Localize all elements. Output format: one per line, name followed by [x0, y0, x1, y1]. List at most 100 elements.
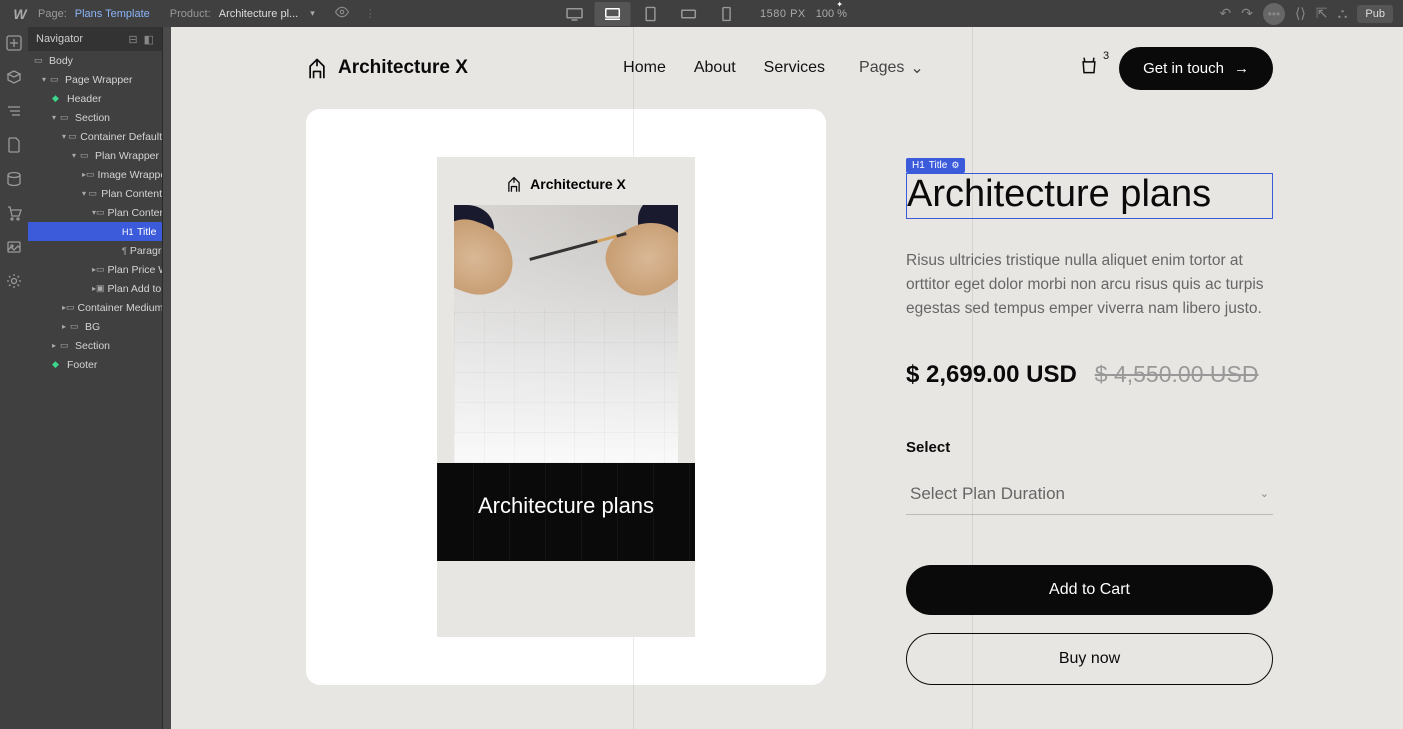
header-right: 3 Get in touch → [1079, 47, 1273, 90]
tree-node-section2[interactable]: ▸▭Section [28, 336, 162, 355]
device-tablet-button[interactable] [632, 2, 668, 26]
plan-price: $ 2,699.00 USD [906, 361, 1077, 389]
plan-image-wrapper: Architecture X Architecture plans [306, 109, 826, 685]
add-elements-icon[interactable] [4, 33, 24, 53]
components-icon[interactable] [4, 67, 24, 87]
tree-node-plan-wrapper[interactable]: ▾▭Plan Wrapper [28, 146, 162, 165]
plan-card-brand: Architecture X [530, 176, 626, 192]
navigator-title: Navigator [36, 33, 83, 45]
tree-node-header[interactable]: ◆Header [28, 89, 162, 108]
settings-icon[interactable] [4, 271, 24, 291]
price-row: $ 2,699.00 USD $ 4,550.00 USD [906, 361, 1273, 389]
buy-now-button[interactable]: Buy now [906, 633, 1273, 685]
plan-description: Risus ultricies tristique nulla aliquet … [906, 249, 1273, 321]
vertical-dots-icon[interactable]: ⋮ [365, 7, 376, 20]
main-nav: Home About Services Pages ⌄ [623, 58, 924, 78]
get-in-touch-button[interactable]: Get in touch → [1119, 47, 1273, 90]
gear-icon[interactable]: ⚙ [951, 160, 959, 171]
device-mobile-button[interactable] [708, 2, 744, 26]
ecommerce-icon[interactable] [4, 203, 24, 223]
audit-icon[interactable]: ••• [1263, 3, 1285, 25]
arrow-right-icon: → [1234, 60, 1249, 77]
add-to-cart-button[interactable]: Add to Cart [906, 565, 1273, 615]
product-label: Product: [170, 8, 211, 20]
plan-title-heading[interactable]: Architecture plans [906, 173, 1273, 219]
nav-home[interactable]: Home [623, 59, 666, 77]
nav-services[interactable]: Services [764, 59, 825, 77]
tree-node-image-wrapper[interactable]: ▸▭Image Wrapper [28, 165, 162, 184]
rocket-icon[interactable]: ⛬ [1338, 5, 1348, 22]
code-icon[interactable]: ⟨⟩ [1295, 5, 1306, 22]
nav-pages[interactable]: Pages ⌄ [859, 58, 924, 78]
select-placeholder: Select Plan Duration [910, 484, 1065, 504]
topbar-left: W Page: Plans Template Product: Architec… [10, 4, 376, 24]
assets-icon[interactable] [4, 237, 24, 257]
page-label: Page: [38, 8, 67, 20]
left-rail [0, 27, 28, 729]
tree-node-paragraph[interactable]: ¶Paragraph [28, 241, 162, 260]
plan-compare-price: $ 4,550.00 USD [1095, 361, 1259, 388]
brand-logo-icon [306, 56, 328, 80]
undo-icon[interactable]: ↶ [1219, 5, 1231, 22]
webflow-logo-icon[interactable]: W [10, 4, 30, 24]
designer-canvas[interactable]: Architecture X Home About Services Pages… [171, 27, 1403, 729]
page-name[interactable]: Plans Template [75, 8, 150, 20]
canvas-gutter[interactable] [163, 27, 171, 729]
tree-node-body[interactable]: ▭Body [28, 51, 162, 70]
cms-icon[interactable] [4, 169, 24, 189]
cart-icon[interactable]: 3 [1079, 56, 1099, 81]
site-header: Architecture X Home About Services Pages… [171, 27, 1403, 109]
plan-image [454, 205, 678, 463]
collapse-icon[interactable]: ⊟ [128, 33, 137, 46]
select-label: Select [906, 439, 1273, 456]
export-icon[interactable]: ⇱ [1316, 5, 1328, 22]
tree-node-plan-price-w[interactable]: ▸▭Plan Price W [28, 260, 162, 279]
tree-node-plan-add-to-ca[interactable]: ▸▣Plan Add to Ca [28, 279, 162, 298]
pages-icon[interactable] [4, 135, 24, 155]
button-row: Add to Cart Buy now [906, 565, 1273, 685]
pin-icon[interactable]: ◧ [144, 33, 154, 46]
device-desktop-large-button[interactable] [556, 2, 592, 26]
cart-badge: 3 [1103, 50, 1109, 62]
navigator-panel: Navigator ⊟ ◧ ▭Body ▾▭Page Wrapper ◆Head… [28, 27, 163, 729]
nav-about[interactable]: About [694, 59, 736, 77]
device-mobile-landscape-button[interactable] [670, 2, 706, 26]
chevron-down-icon: ⌄ [1260, 487, 1269, 500]
brand-logo-icon [506, 175, 522, 193]
tree-node-footer[interactable]: ◆Footer [28, 355, 162, 374]
device-desktop-button[interactable]: ✦ [594, 2, 630, 26]
plan-card-header: Architecture X [506, 157, 626, 205]
plan-details: H1 Title ⚙ Architecture plans Risus ultr… [906, 109, 1273, 685]
device-switcher: ✦ 1580 PX 100 % [556, 2, 847, 26]
chevron-down-icon: ⌄ [910, 58, 923, 78]
selection-tag[interactable]: H1 Title ⚙ [906, 158, 965, 173]
tree-node-container-medium[interactable]: ▸▭Container Medium 90 [28, 298, 162, 317]
brand[interactable]: Architecture X [306, 56, 468, 80]
tree-node-section[interactable]: ▾▭Section [28, 108, 162, 127]
tree-node-container-default[interactable]: ▾▭Container Default [28, 127, 162, 146]
plan-card: Architecture X Architecture plans [437, 157, 695, 637]
topbar-right: ↶ ↷ ••• ⟨⟩ ⇱ ⛬ Pub [1219, 3, 1393, 25]
main-layout: Navigator ⊟ ◧ ▭Body ▾▭Page Wrapper ◆Head… [0, 27, 1403, 729]
top-bar: W Page: Plans Template Product: Architec… [0, 0, 1403, 27]
publish-button[interactable]: Pub [1357, 5, 1393, 23]
canvas-wrap: Architecture X Home About Services Pages… [163, 27, 1403, 729]
product-name[interactable]: Architecture pl... [219, 8, 298, 20]
tree-node-page-wrapper[interactable]: ▾▭Page Wrapper [28, 70, 162, 89]
tree-node-plan-content-t[interactable]: ▾▭Plan Content T [28, 203, 162, 222]
frame-edge [972, 27, 973, 729]
tree-node-bg[interactable]: ▸▭BG [28, 317, 162, 336]
tree-node-plan-content[interactable]: ▾▭Plan Content [28, 184, 162, 203]
navigator-icon[interactable] [4, 101, 24, 121]
preview-icon[interactable] [335, 5, 349, 22]
viewport-dimensions[interactable]: 1580 PX [760, 8, 806, 20]
chevron-down-icon[interactable]: ▾ [310, 8, 315, 19]
plan-duration-select[interactable]: Select Plan Duration ⌄ [906, 474, 1273, 515]
h1-tag-icon: H1 [912, 160, 925, 171]
navigator-header: Navigator ⊟ ◧ [28, 27, 162, 51]
redo-icon[interactable]: ↷ [1241, 5, 1253, 22]
zoom-level[interactable]: 100 % [816, 8, 847, 20]
navigator-tree[interactable]: ▭Body ▾▭Page Wrapper ◆Header ▾▭Section ▾… [28, 51, 162, 729]
tree-node-title[interactable]: H1Title [28, 222, 162, 241]
brand-text: Architecture X [338, 57, 468, 79]
